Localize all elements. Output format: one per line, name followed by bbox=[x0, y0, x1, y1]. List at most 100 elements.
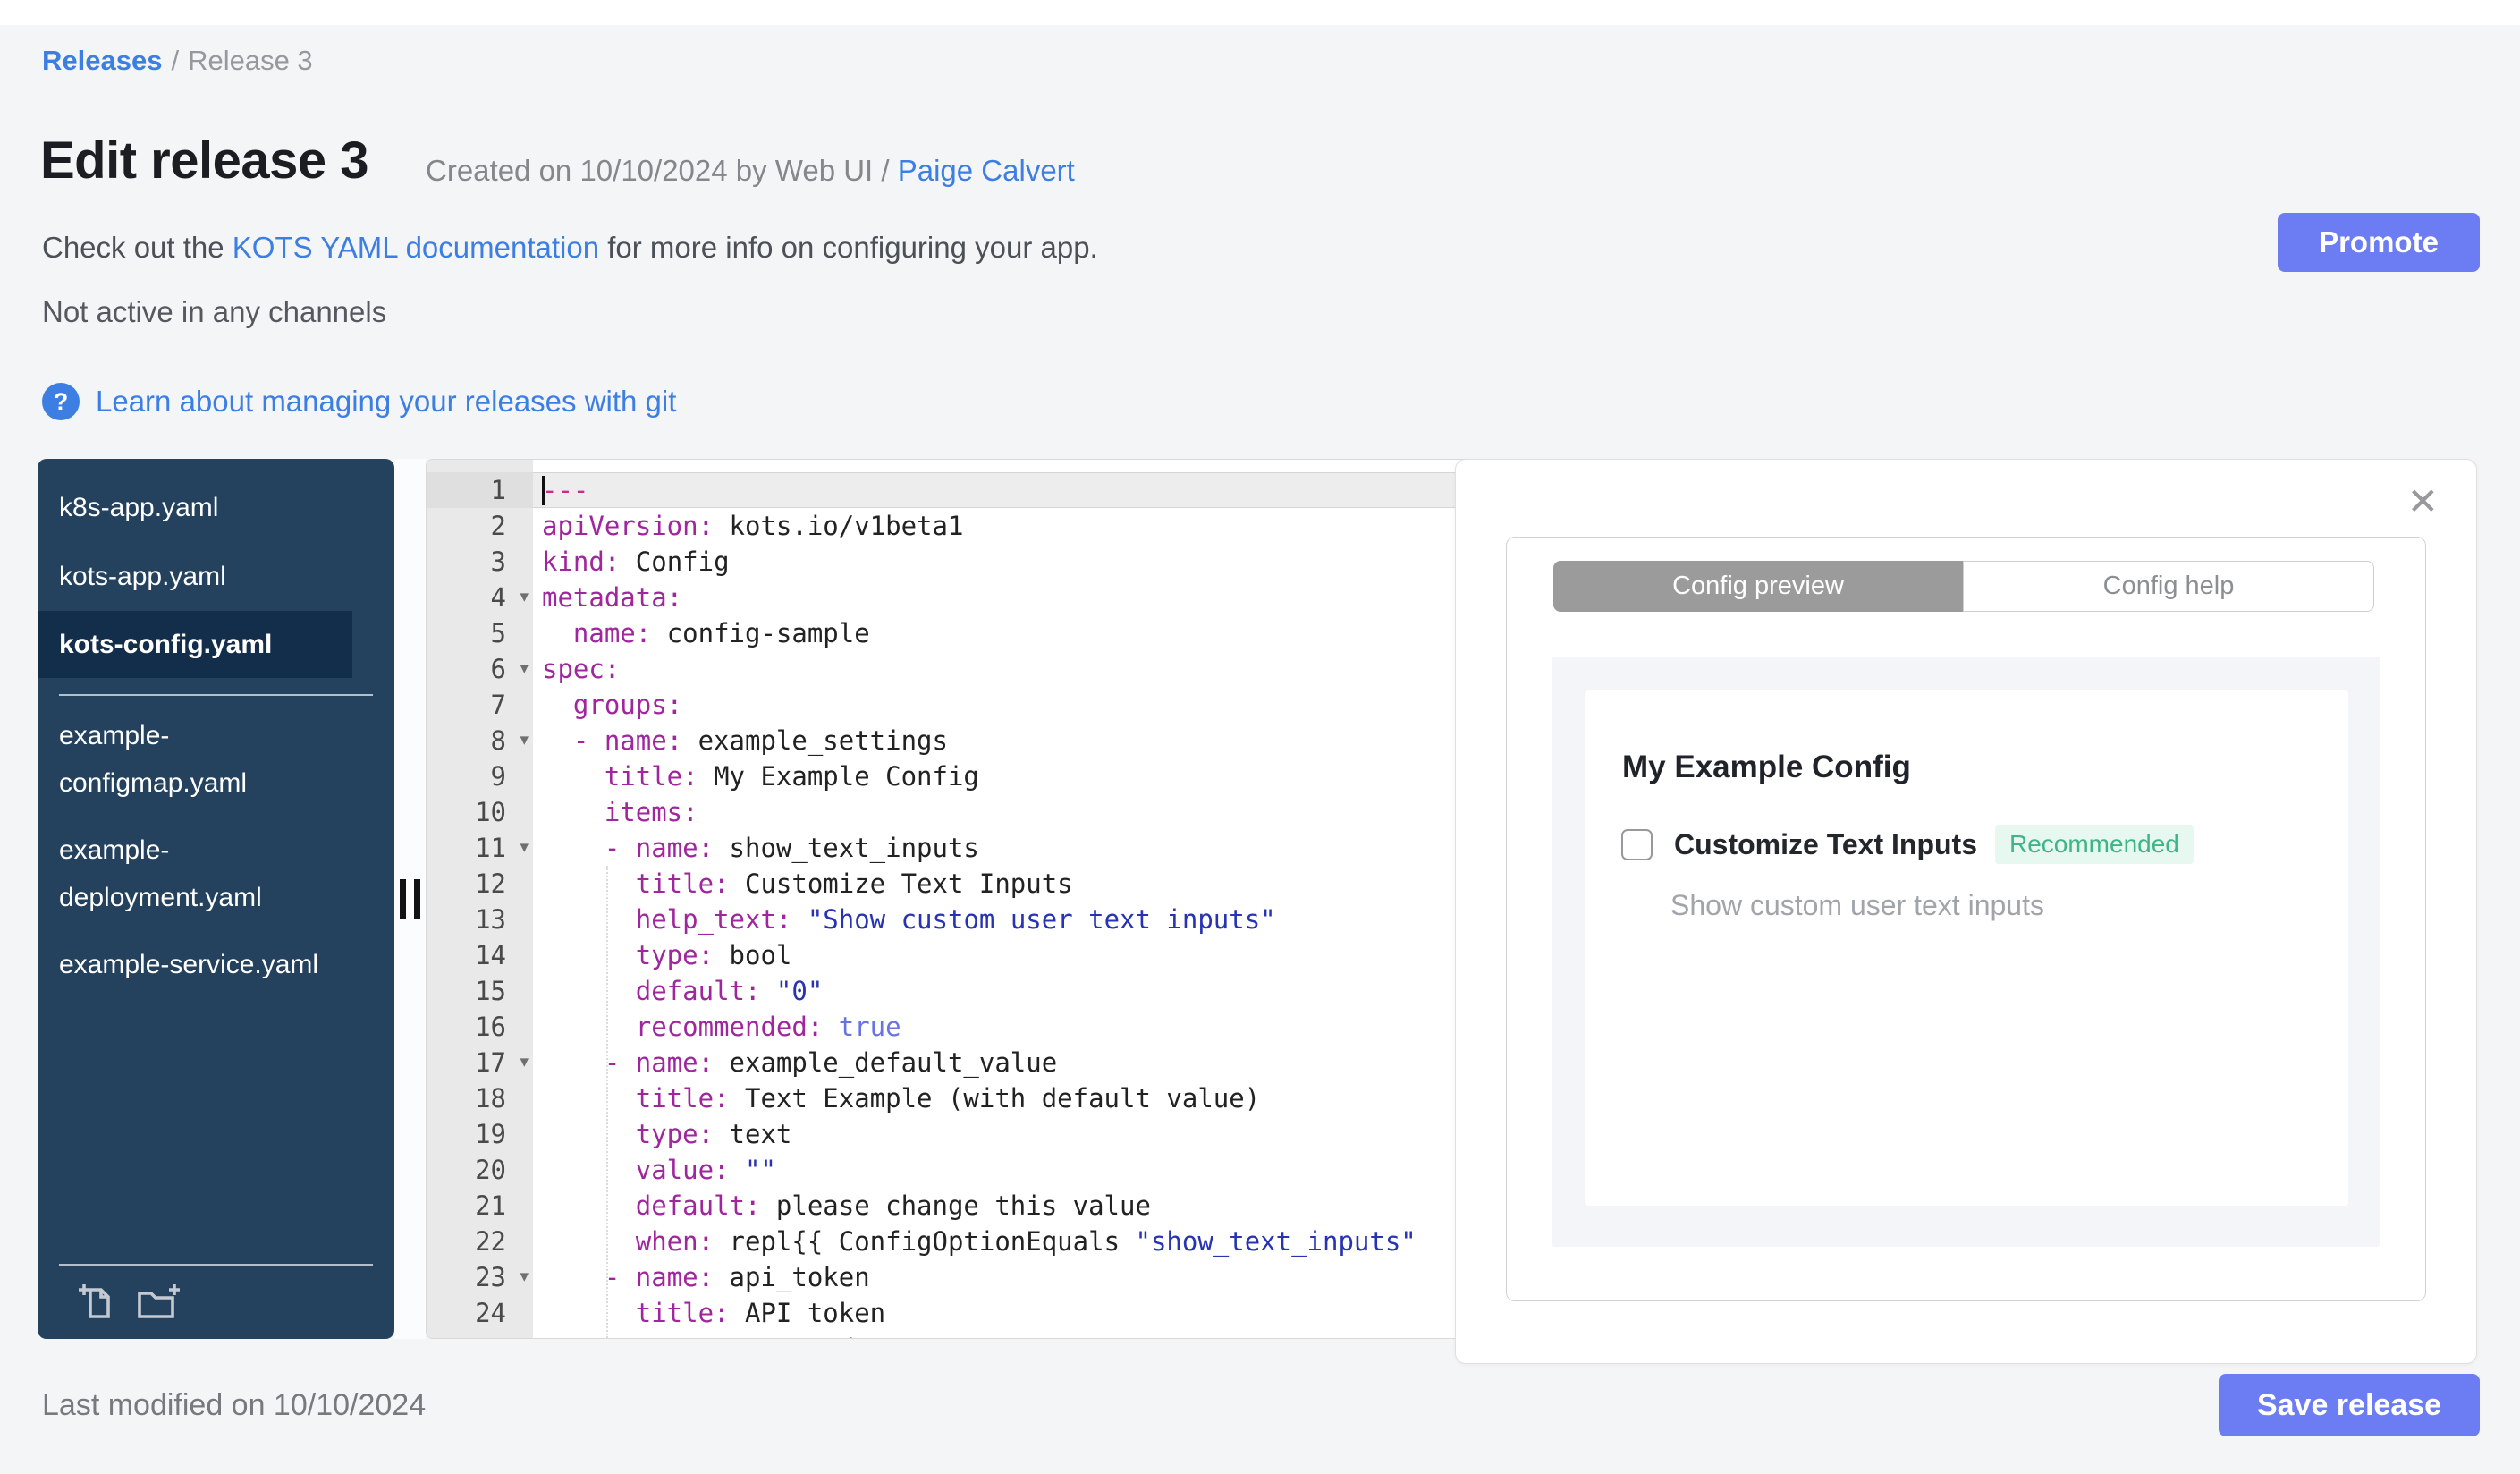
editor-line-22[interactable]: 22 when: repl{{ ConfigOptionEquals "show… bbox=[427, 1224, 1471, 1259]
config-group-title: My Example Config bbox=[1622, 750, 1911, 784]
doc-line-suffix: for more info on configuring your app. bbox=[599, 231, 1098, 264]
file-tree-item-kots-app.yaml[interactable]: kots-app.yaml bbox=[38, 542, 358, 611]
new-file-icon[interactable] bbox=[75, 1280, 118, 1323]
file-tree-item-k8s-app.yaml[interactable]: k8s-app.yaml bbox=[38, 473, 358, 542]
editor-line-1[interactable]: 1 --- bbox=[427, 472, 1471, 508]
editor-line-number: 6 ▾ bbox=[427, 651, 533, 687]
editor-line-23[interactable]: 23 ▾ - name: api_token bbox=[427, 1259, 1471, 1295]
editor-line-code: type: bool bbox=[635, 940, 792, 970]
editor-line-21[interactable]: 21 default: please change this value bbox=[427, 1188, 1471, 1224]
editor-line-number: 8 ▾ bbox=[427, 723, 533, 758]
preview-canvas: My Example Config Customize Text Inputs … bbox=[1552, 657, 2380, 1247]
customize-text-inputs-checkbox[interactable] bbox=[1621, 828, 1653, 860]
file-sidebar: k8s-app.yaml kots-app.yaml kots-config.yam… bbox=[38, 459, 394, 1339]
fold-arrow-icon[interactable]: ▾ bbox=[520, 830, 529, 866]
editor-line-code: default: "0" bbox=[635, 976, 824, 1006]
editor-line-15[interactable]: 15 default: "0" bbox=[427, 973, 1471, 1009]
editor-lines: 1 --- 2 apiVersion: kots.io/v1beta1 3 kind: C… bbox=[427, 472, 1471, 1338]
recommended-badge: Recommended bbox=[1994, 825, 2194, 864]
editor-line-code: help_text: "Show custom user text inputs… bbox=[635, 904, 1276, 935]
file-tree-item-example-configmap.yaml[interactable]: example-configmap.yaml bbox=[38, 696, 358, 810]
editor-line-number: 2 bbox=[490, 511, 506, 541]
editor-line-12[interactable]: 12 title: Customize Text Inputs bbox=[427, 866, 1471, 902]
fold-arrow-icon[interactable]: ▾ bbox=[520, 580, 529, 615]
created-line: Created on 10/10/2024 by Web UI / Paige … bbox=[426, 154, 1075, 188]
editor-line-code: - name: example_settings bbox=[572, 725, 948, 756]
editor-line-16[interactable]: 16 recommended: true bbox=[427, 1009, 1471, 1045]
channel-status: Not active in any channels bbox=[42, 295, 387, 328]
editor-line-20[interactable]: 20 value: "" bbox=[427, 1152, 1471, 1188]
save-release-button[interactable]: Save release bbox=[2219, 1374, 2480, 1436]
editor-line-number: 10 bbox=[475, 797, 506, 827]
sidebar-editor-splitter[interactable] bbox=[394, 459, 426, 1339]
grip-bar bbox=[414, 879, 420, 919]
fold-arrow-icon[interactable]: ▾ bbox=[520, 1259, 529, 1295]
editor-line-17[interactable]: 17 ▾ - name: example_default_value bbox=[427, 1045, 1471, 1080]
file-tree-item-kots-config.yaml[interactable]: kots-config.yaml bbox=[38, 611, 352, 678]
breadcrumb-separator: / bbox=[171, 45, 180, 76]
editor-line-number: 25 bbox=[427, 1331, 533, 1338]
file-tree-item-example-service.yaml[interactable]: example-service.yaml bbox=[38, 925, 358, 992]
sidebar-bottom-divider bbox=[59, 1264, 373, 1266]
breadcrumb-releases-link[interactable]: Releases bbox=[42, 45, 162, 76]
editor-line-code: items: bbox=[604, 797, 698, 827]
question-mark-icon[interactable]: ? bbox=[42, 383, 80, 420]
tab-config-preview[interactable]: Config preview bbox=[1553, 561, 1963, 612]
fold-arrow-icon[interactable]: ▾ bbox=[520, 651, 529, 687]
editor-line-code: - name: example_default_value bbox=[604, 1047, 1058, 1078]
new-folder-icon[interactable] bbox=[134, 1280, 182, 1323]
editor-line-code: - name: api_token bbox=[604, 1262, 870, 1292]
editor-line-14[interactable]: 14 type: bool bbox=[427, 937, 1471, 973]
fold-arrow-icon[interactable]: ▾ bbox=[520, 1045, 529, 1080]
editor-line-13[interactable]: 13 help_text: "Show custom user text inp… bbox=[427, 902, 1471, 937]
editor-line-3[interactable]: 3 kind: Config bbox=[427, 544, 1471, 580]
indent-guide bbox=[606, 866, 608, 1338]
editor-line-7[interactable]: 7 groups: bbox=[427, 687, 1471, 723]
tab-config-help[interactable]: Config help bbox=[1963, 561, 2374, 612]
editor-line-number: 11 ▾ bbox=[427, 830, 533, 866]
editor-line-code: title: API token bbox=[635, 1298, 886, 1328]
editor-line-8[interactable]: 8 ▾ - name: example_settings bbox=[427, 723, 1471, 758]
editor-line-19[interactable]: 19 type: text bbox=[427, 1116, 1471, 1152]
yaml-editor[interactable]: 1 --- 2 apiVersion: kots.io/v1beta1 3 kind: C… bbox=[426, 459, 1472, 1339]
editor-line-number: 1 bbox=[427, 472, 533, 508]
fold-arrow-icon[interactable]: ▾ bbox=[520, 723, 529, 758]
editor-line-24[interactable]: 24 title: API token bbox=[427, 1295, 1471, 1331]
editor-line-code: type: text bbox=[635, 1119, 792, 1149]
editor-line-code: apiVersion: kots.io/v1beta1 bbox=[542, 511, 964, 541]
editor-line-code: --- bbox=[533, 472, 1471, 508]
file-tree: k8s-app.yaml kots-app.yaml kots-config.yam… bbox=[38, 459, 394, 992]
editor-line-9[interactable]: 9 title: My Example Config bbox=[427, 758, 1471, 794]
breadcrumb-current: Release 3 bbox=[188, 45, 313, 76]
editor-line-code: value: "" bbox=[635, 1155, 776, 1185]
editor-line-number: 12 bbox=[475, 868, 506, 899]
editor-line-4[interactable]: 4 ▾ metadata: bbox=[427, 580, 1471, 615]
created-author-link[interactable]: Paige Calvert bbox=[898, 154, 1075, 187]
config-item-help-text: Show custom user text inputs bbox=[1670, 889, 2044, 921]
top-strip bbox=[0, 0, 2520, 25]
last-modified-text: Last modified on 10/10/2024 bbox=[42, 1388, 427, 1422]
doc-line-prefix: Check out the bbox=[42, 231, 233, 264]
file-tree-item-example-deployment.yaml[interactable]: example-deployment.yaml bbox=[38, 810, 358, 925]
editor-line-5[interactable]: 5 name: config-sample bbox=[427, 615, 1471, 651]
editor-line-25[interactable]: 25 type: password bbox=[427, 1331, 1471, 1338]
doc-line: Check out the KOTS YAML documentation fo… bbox=[42, 231, 1098, 265]
git-releases-link[interactable]: Learn about managing your releases with … bbox=[96, 385, 676, 419]
editor-line-number: 7 bbox=[490, 690, 506, 720]
close-icon[interactable]: ✕ bbox=[2407, 483, 2439, 521]
editor-line-number: 21 bbox=[475, 1190, 506, 1221]
editor-line-number: 16 bbox=[475, 1012, 506, 1042]
editor-line-code: groups: bbox=[572, 690, 683, 720]
promote-button[interactable]: Promote bbox=[2278, 213, 2480, 272]
kots-yaml-documentation-link[interactable]: KOTS YAML documentation bbox=[233, 231, 599, 264]
editor-line-11[interactable]: 11 ▾ - name: show_text_inputs bbox=[427, 830, 1471, 866]
editor-line-18[interactable]: 18 title: Text Example (with default val… bbox=[427, 1080, 1471, 1116]
editor-line-number: 15 bbox=[475, 976, 506, 1006]
grip-bar bbox=[400, 879, 406, 919]
config-group-card: My Example Config Customize Text Inputs … bbox=[1585, 690, 2348, 1206]
breadcrumb: Releases / Release 3 bbox=[42, 45, 313, 77]
editor-line-2[interactable]: 2 apiVersion: kots.io/v1beta1 bbox=[427, 508, 1471, 544]
editor-line-6[interactable]: 6 ▾ spec: bbox=[427, 651, 1471, 687]
editor-line-code: spec: bbox=[542, 654, 621, 684]
editor-line-10[interactable]: 10 items: bbox=[427, 794, 1471, 830]
